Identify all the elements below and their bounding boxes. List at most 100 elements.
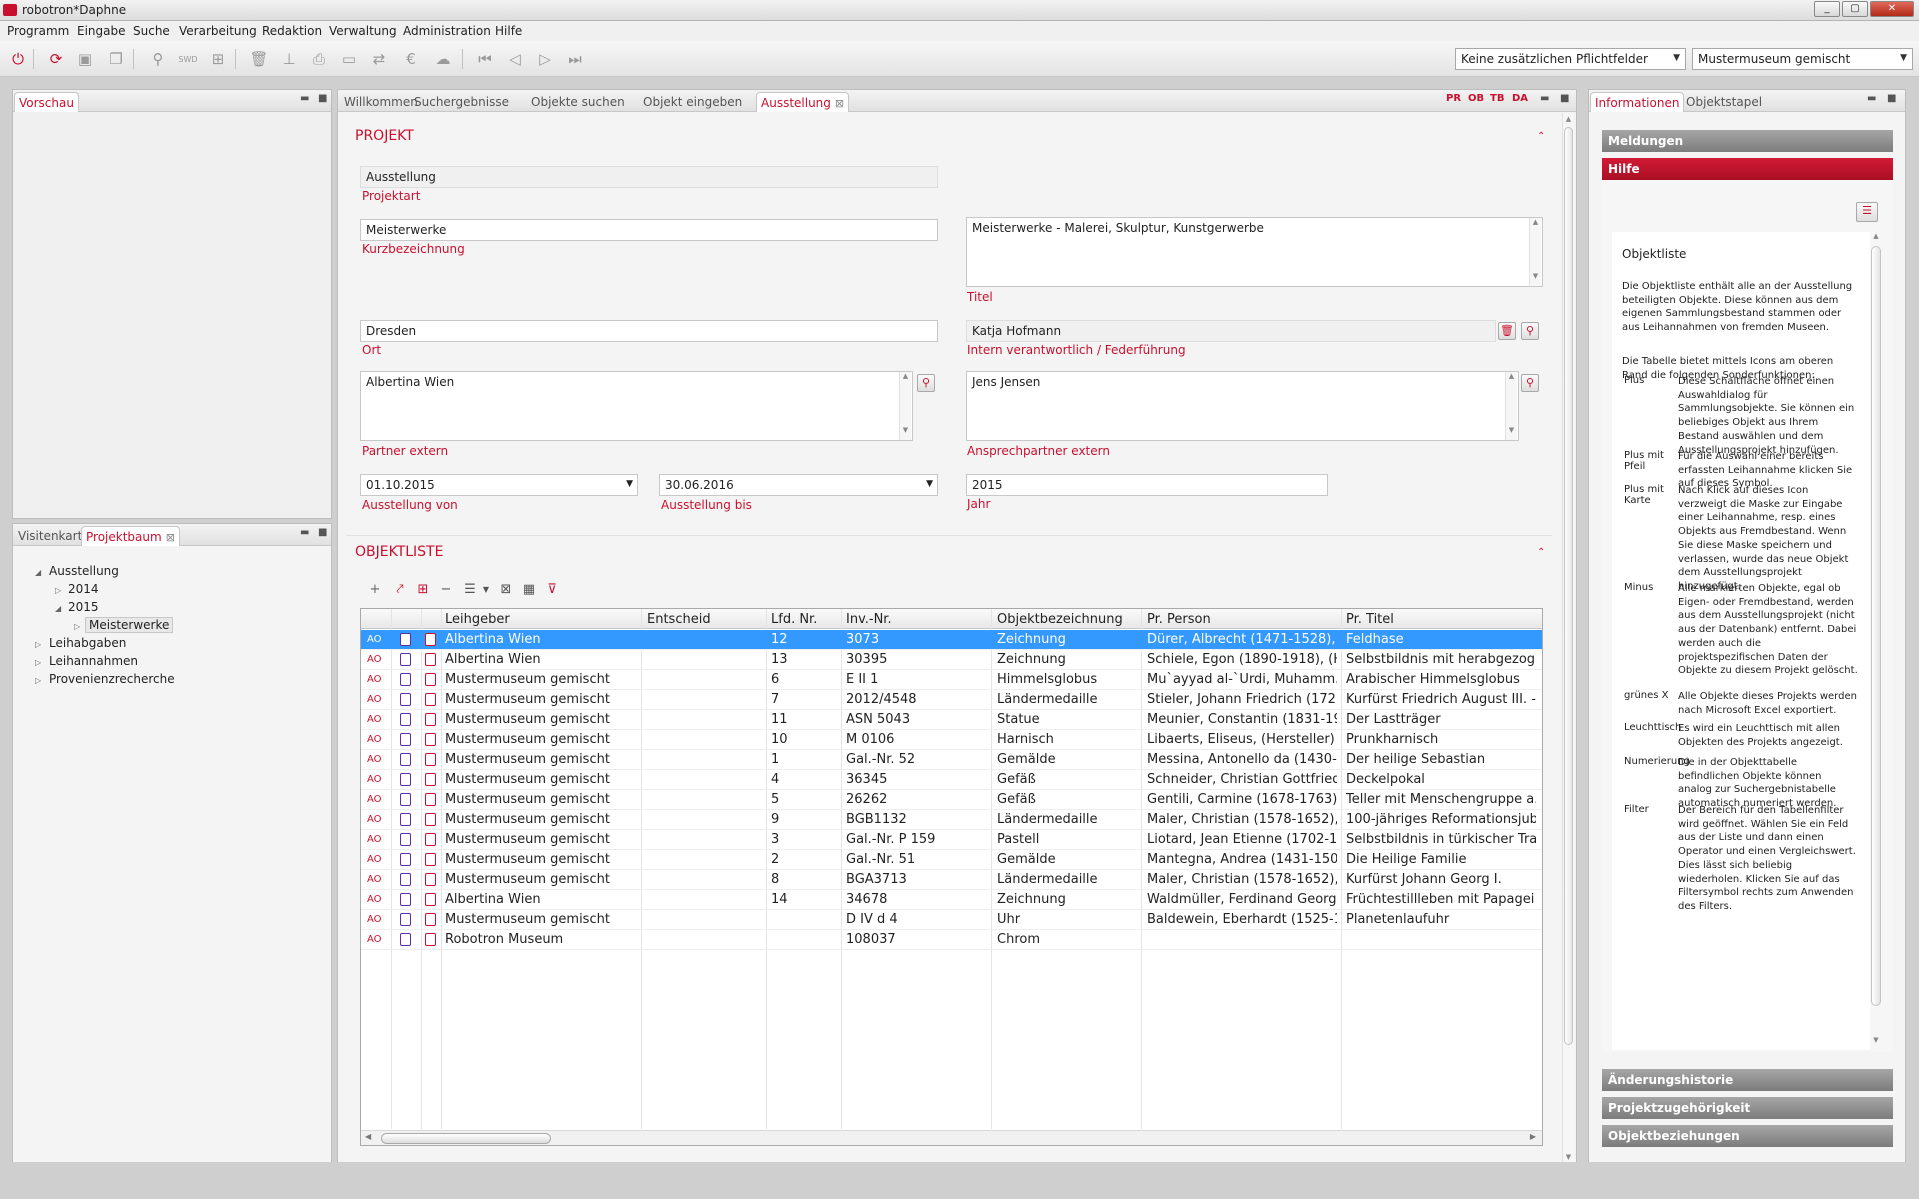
- table-row[interactable]: AO Albertina Wien 12 3073 Zeichnung Dürer, Al…: [361, 630, 1542, 650]
- minimize-icon[interactable]: ▬: [1867, 93, 1876, 104]
- flag-ob[interactable]: OB: [1468, 93, 1484, 104]
- menu-suche[interactable]: Suche: [133, 24, 170, 38]
- copy-icon[interactable]: ❐: [105, 48, 127, 70]
- tree-expanded-icon[interactable]: ◢: [55, 604, 61, 613]
- object-card-icon[interactable]: [425, 633, 436, 646]
- tree-node-2014[interactable]: 2014: [68, 582, 99, 596]
- titel-textarea[interactable]: Meisterwerke - Malerei, Skulptur, Kunstg…: [966, 217, 1543, 287]
- print-icon[interactable]: ⎙: [308, 48, 330, 70]
- table-row[interactable]: AO Mustermuseum gemischt 2 Gal.-Nr. 51 Gemäl…: [361, 850, 1542, 870]
- menu-eingabe[interactable]: Eingabe: [77, 24, 126, 38]
- refresh-icon[interactable]: ⟳: [45, 48, 67, 70]
- stamp-icon[interactable]: ⊥: [278, 48, 300, 70]
- jahr-input[interactable]: 2015: [966, 474, 1328, 496]
- object-card-icon[interactable]: [425, 793, 436, 806]
- table-row[interactable]: AO Mustermuseum gemischt 6 E II 1 Himmelsglo…: [361, 670, 1542, 690]
- aenderungshistorie-bar[interactable]: Änderungshistorie: [1602, 1069, 1893, 1091]
- tab-objektstapel[interactable]: Objektstapel: [1682, 92, 1766, 112]
- help-scrollbar[interactable]: ▲ ▼: [1870, 232, 1882, 1050]
- minimize-icon[interactable]: ▬: [1540, 93, 1549, 104]
- object-card-icon[interactable]: [425, 653, 436, 666]
- document-icon[interactable]: [400, 833, 411, 846]
- euro-icon[interactable]: €: [400, 48, 422, 70]
- document-icon[interactable]: [400, 913, 411, 926]
- scrollbar-thumb[interactable]: [381, 1133, 551, 1144]
- next-record-icon[interactable]: ▷: [534, 48, 556, 70]
- maximize-icon[interactable]: ■: [318, 527, 327, 538]
- column-header-entscheid[interactable]: Entscheid: [647, 612, 711, 627]
- save-icon[interactable]: ▣: [74, 48, 96, 70]
- partner-scrollbar[interactable]: ▲ ▼: [899, 372, 911, 440]
- maximize-button[interactable]: ▢: [1842, 1, 1868, 17]
- document-icon[interactable]: [400, 893, 411, 906]
- object-card-icon[interactable]: [425, 753, 436, 766]
- editor-scrollbar[interactable]: ▲ ▼: [1562, 113, 1574, 1165]
- plus-card-icon[interactable]: ⊞: [414, 581, 432, 599]
- tree-collapsed-icon[interactable]: ▷: [35, 676, 41, 685]
- cloud-icon[interactable]: ☁: [432, 48, 454, 70]
- tab-ausstellung[interactable]: Ausstellung ⊠: [756, 92, 850, 112]
- close-window-button[interactable]: ✕: [1870, 1, 1914, 17]
- document-icon[interactable]: [400, 853, 411, 866]
- bestand-select[interactable]: Mustermuseum gemischt ▼: [1692, 48, 1913, 70]
- tree-node-ausstellung[interactable]: Ausstellung: [49, 564, 119, 578]
- document-icon[interactable]: [400, 653, 411, 666]
- document-icon[interactable]: [400, 793, 411, 806]
- projektzugehoerigkeit-bar[interactable]: Projektzugehörigkeit: [1602, 1097, 1893, 1119]
- minimize-icon[interactable]: ▬: [300, 93, 309, 104]
- table-row[interactable]: AO Mustermuseum gemischt 5 26262 Gefäß Gentil…: [361, 790, 1542, 810]
- maximize-icon[interactable]: ■: [1887, 93, 1896, 104]
- table-row[interactable]: AO Mustermuseum gemischt 1 Gal.-Nr. 52 Gemäl…: [361, 750, 1542, 770]
- table-row[interactable]: AO Mustermuseum gemischt 8 BGA3713 Ländermed…: [361, 870, 1542, 890]
- light-table-icon[interactable]: ▦: [520, 581, 538, 599]
- first-record-icon[interactable]: ⏮: [474, 48, 496, 70]
- help-toc-icon[interactable]: ☰: [1856, 202, 1878, 222]
- table-row[interactable]: AO Mustermuseum gemischt 3 Gal.-Nr. P 159 Pa…: [361, 830, 1542, 850]
- object-card-icon[interactable]: [425, 713, 436, 726]
- ansprechpartner-textarea[interactable]: Jens Jensen: [966, 371, 1519, 441]
- tab-vorschau[interactable]: Vorschau: [14, 92, 79, 112]
- minus-icon[interactable]: −: [437, 581, 455, 599]
- tree-collapsed-icon[interactable]: ▷: [35, 640, 41, 649]
- partner-extern-textarea[interactable]: Albertina Wien: [360, 371, 913, 441]
- object-card-icon[interactable]: [425, 893, 436, 906]
- folder-icon[interactable]: ▭: [338, 48, 360, 70]
- scroll-left-icon[interactable]: ◀: [365, 1132, 371, 1141]
- tab-informationen[interactable]: Informationen: [1590, 92, 1685, 112]
- document-icon[interactable]: [400, 733, 411, 746]
- plus-arrow-icon[interactable]: ⤤: [391, 581, 409, 599]
- collapse-icon[interactable]: ⌃: [1537, 131, 1545, 142]
- table-row[interactable]: AO Mustermuseum gemischt 10 M 0106 Harnisch L…: [361, 730, 1542, 750]
- ansprechpartner-scrollbar[interactable]: ▲ ▼: [1505, 372, 1517, 440]
- object-card-icon[interactable]: [425, 733, 436, 746]
- menu-hilfe[interactable]: Hilfe: [495, 24, 522, 38]
- filter-icon[interactable]: ⊽: [543, 581, 561, 599]
- meldungen-bar[interactable]: Meldungen: [1602, 130, 1893, 152]
- power-icon[interactable]: ⏻: [7, 48, 29, 70]
- search-icon[interactable]: ⚲: [1521, 374, 1539, 392]
- document-icon[interactable]: [400, 813, 411, 826]
- table-row[interactable]: AO Robotron Museum 108037 Chrom: [361, 930, 1542, 950]
- table-horizontal-scrollbar[interactable]: ◀ ▶: [361, 1130, 1542, 1145]
- close-icon[interactable]: ⊠: [166, 531, 175, 544]
- tree-node-leihabgaben[interactable]: Leihabgaben: [49, 636, 126, 650]
- document-icon[interactable]: [400, 873, 411, 886]
- column-header-leihgeber[interactable]: Leihgeber: [445, 612, 510, 627]
- tree-collapsed-icon[interactable]: ▷: [74, 622, 80, 631]
- document-icon[interactable]: [400, 933, 411, 946]
- tab-projektbaum[interactable]: Projektbaum ⊠: [81, 526, 180, 546]
- table-row[interactable]: AO Mustermuseum gemischt D IV d 4 Uhr Baldew…: [361, 910, 1542, 930]
- chevron-down-icon[interactable]: ▼: [926, 479, 933, 489]
- maximize-icon[interactable]: ■: [1560, 93, 1569, 104]
- scrollbar-thumb[interactable]: [1564, 127, 1573, 1045]
- search-icon[interactable]: ⚲: [917, 374, 935, 392]
- kurzbezeichnung-input[interactable]: Meisterwerke: [360, 219, 938, 241]
- transfer-icon[interactable]: ⇄: [368, 48, 390, 70]
- trash-icon[interactable]: 🗑: [248, 48, 270, 70]
- ausstellung-von-date[interactable]: 01.10.2015 ▼: [360, 474, 638, 496]
- column-header-lfd-nr[interactable]: Lfd. Nr.: [771, 612, 817, 627]
- tab-suchergebnisse[interactable]: Suchergebnisse: [410, 92, 513, 112]
- object-card-icon[interactable]: [425, 873, 436, 886]
- hilfe-bar[interactable]: Hilfe: [1602, 158, 1893, 180]
- table-row[interactable]: AO Mustermuseum gemischt 4 36345 Gefäß Schnei…: [361, 770, 1542, 790]
